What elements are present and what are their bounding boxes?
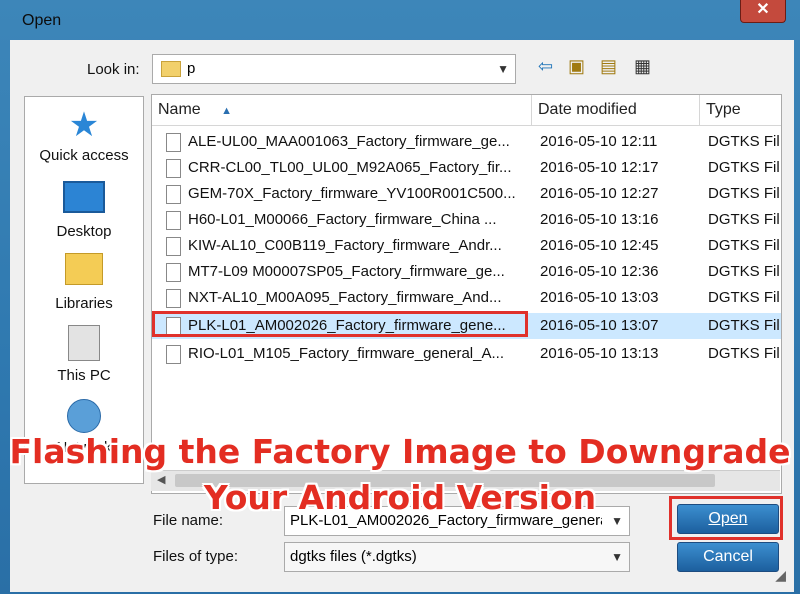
place-desktop[interactable]: Desktop [25,181,143,240]
caption-line-2: Your Android Version [203,478,597,517]
file-row[interactable]: NXT-AL10_M00A095_Factory_firmware_And...… [152,285,781,311]
file-type: DGTKS Fil [708,345,780,362]
file-name: CRR-CL00_TL00_UL00_M92A065_Factory_fir..… [188,159,512,176]
file-icon [166,345,181,364]
resize-grip-icon[interactable]: ◢ [775,567,786,584]
place-quick-access[interactable]: ★ Quick access [25,107,143,164]
place-label: Desktop [56,223,112,240]
file-row[interactable]: ALE-UL00_MAA001063_Factory_firmware_ge..… [152,129,781,155]
back-arrow-icon[interactable]: ⇦ [538,56,553,77]
desktop-icon [63,181,105,213]
file-type: DGTKS Fil [708,211,780,228]
network-icon [67,399,101,433]
place-label: This PC [57,367,111,384]
libraries-icon [65,253,103,285]
file-date: 2016-05-10 12:36 [540,263,659,280]
lookin-label: Look in: [87,61,140,78]
view-menu-icon[interactable]: ▦ [634,56,651,77]
file-name: RIO-L01_M105_Factory_firmware_general_A.… [188,345,504,362]
file-date: 2016-05-10 13:16 [540,211,659,228]
star-icon: ★ [68,106,100,144]
caption-line-1: Flashing the Factory Image to Downgrade [9,432,791,471]
file-type: DGTKS Fil [708,289,780,306]
column-type[interactable]: Type [700,95,781,125]
list-header: Name ▲ Date modified Type [152,95,781,126]
open-dialog: Open ✕ Look in: p ▼ ⇦ ▣ ▤ ▦ ★ Quick acce… [0,0,800,594]
lookin-combo[interactable]: p ▼ [152,54,516,84]
file-type: DGTKS Fil [708,185,780,202]
file-icon [166,237,181,256]
filetype-label: Files of type: [153,548,239,565]
place-label: Quick access [39,147,129,164]
file-name: ALE-UL00_MAA001063_Factory_firmware_ge..… [188,133,510,150]
file-name: H60-L01_M00066_Factory_firmware_China ..… [188,211,497,228]
new-folder-icon[interactable]: ▤ [600,56,617,77]
file-date: 2016-05-10 12:27 [540,185,659,202]
file-row[interactable]: GEM-70X_Factory_firmware_YV100R001C500..… [152,181,781,207]
places-bar: ★ Quick access Desktop Libraries This PC… [24,96,144,484]
file-row[interactable]: CRR-CL00_TL00_UL00_M92A065_Factory_fir..… [152,155,781,181]
folder-icon [161,61,181,77]
file-row[interactable]: RIO-L01_M105_Factory_firmware_general_A.… [152,341,781,367]
file-date: 2016-05-10 12:11 [540,133,658,150]
column-date-modified[interactable]: Date modified [532,95,700,125]
file-type: DGTKS Fil [708,237,780,254]
file-row-selected[interactable]: PLK-L01_AM002026_Factory_firmware_gene..… [152,311,781,339]
file-icon [166,211,181,230]
cancel-button[interactable]: Cancel [677,542,779,572]
column-name[interactable]: Name ▲ [152,95,532,125]
computer-icon [68,325,100,361]
up-folder-icon[interactable]: ▣ [568,56,585,77]
file-name: GEM-70X_Factory_firmware_YV100R001C500..… [188,185,516,202]
file-date: 2016-05-10 13:03 [540,289,659,306]
sort-ascending-icon: ▲ [221,105,233,117]
file-date: 2016-05-10 13:07 [540,317,659,334]
place-label: Libraries [55,295,113,312]
close-button[interactable]: ✕ [740,0,786,23]
file-date: 2016-05-10 12:45 [540,237,659,254]
file-icon [166,159,181,178]
file-icon [166,289,181,308]
file-name: MT7-L09 M00007SP05_Factory_firmware_ge..… [188,263,505,280]
file-date: 2016-05-10 12:17 [540,159,659,176]
place-this-pc[interactable]: This PC [25,325,143,384]
filetype-select[interactable]: dgtks files (*.dgtks) ▼ [284,542,630,572]
file-row[interactable]: MT7-L09 M00007SP05_Factory_firmware_ge..… [152,259,781,285]
file-type: DGTKS Fil [708,133,780,150]
column-name-label: Name [158,101,201,118]
place-libraries[interactable]: Libraries [25,253,143,312]
dropdown-arrow-icon: ▼ [497,62,509,76]
file-icon [166,185,181,204]
file-name: NXT-AL10_M00A095_Factory_firmware_And... [188,289,502,306]
file-type: DGTKS Fil [708,263,780,280]
window-title: Open [22,12,62,29]
file-type: DGTKS Fil [708,317,780,334]
file-row[interactable]: H60-L01_M00066_Factory_firmware_China ..… [152,207,781,233]
filetype-value: dgtks files (*.dgtks) [290,548,417,565]
dropdown-arrow-icon: ▼ [611,550,623,564]
lookin-value: p [187,60,196,77]
file-name: KIW-AL10_C00B119_Factory_firmware_Andr..… [188,237,502,254]
file-date: 2016-05-10 13:13 [540,345,659,362]
file-icon [166,263,181,282]
file-type: DGTKS Fil [708,159,780,176]
file-icon [166,133,181,152]
file-row[interactable]: KIW-AL10_C00B119_Factory_firmware_Andr..… [152,233,781,259]
selection-highlight-box [152,311,528,337]
